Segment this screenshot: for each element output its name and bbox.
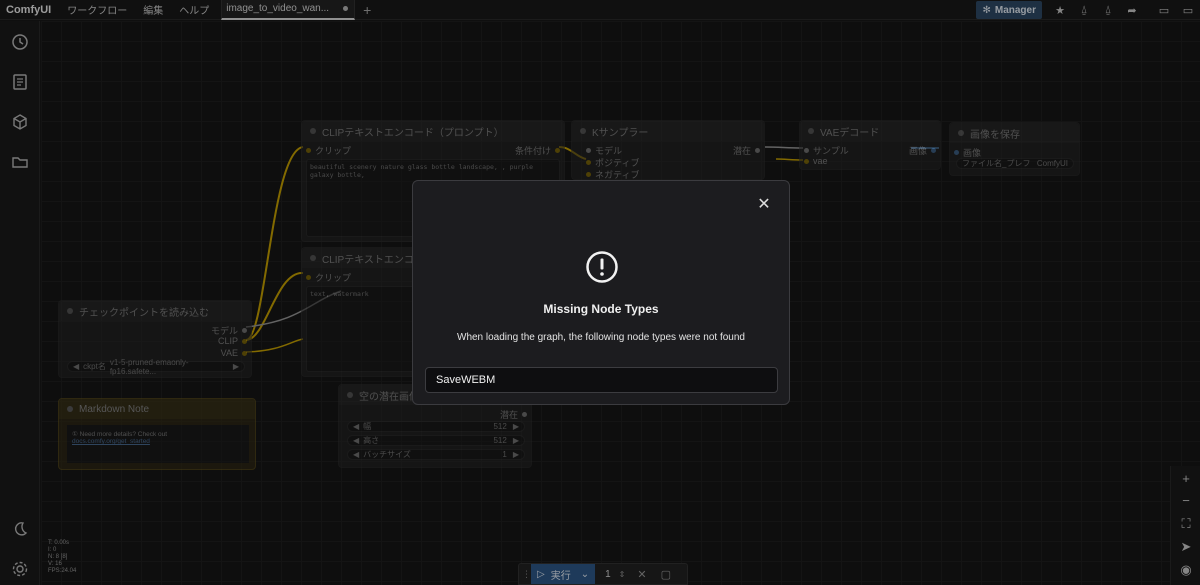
exclamation-circle-icon: [586, 251, 618, 283]
dialog-title: Missing Node Types: [543, 302, 659, 316]
missing-node-item: SaveWEBM: [425, 367, 778, 393]
close-icon[interactable]: ✕: [757, 197, 771, 213]
missing-nodes-dialog: ✕ Missing Node Types When loading the gr…: [412, 180, 790, 405]
dialog-message: When loading the graph, the following no…: [457, 332, 745, 343]
